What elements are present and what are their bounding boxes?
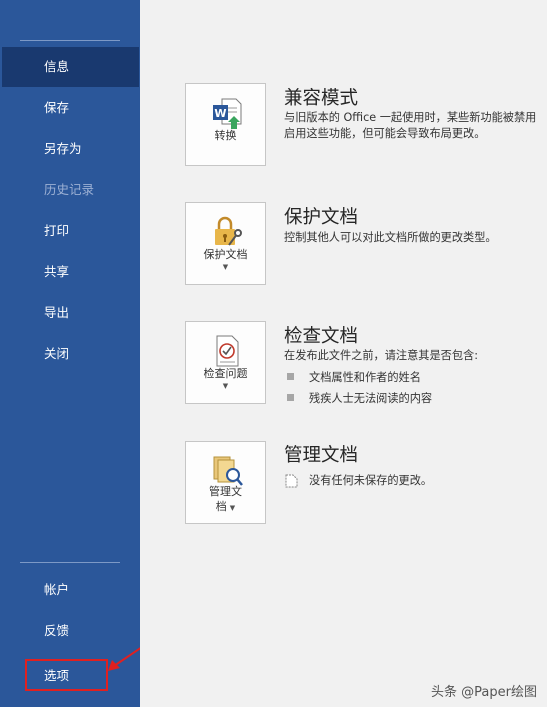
- watermark: 头条 @Paper绘图: [431, 685, 537, 700]
- convert-button[interactable]: W 转换: [185, 83, 266, 166]
- check-for-issues-label: 检查问题: [203, 367, 248, 380]
- word-convert-icon: W: [213, 98, 242, 129]
- manage-document-desc: 没有任何未保存的更改。: [309, 474, 433, 487]
- inspect-document-icon: [216, 335, 239, 367]
- sidebar-item-save[interactable]: 保存: [0, 88, 140, 128]
- sidebar-item-share[interactable]: 共享: [0, 252, 140, 292]
- manage-document-label-line2: 档 ▼: [186, 500, 265, 515]
- sidebar-item-save-as[interactable]: 另存为: [0, 129, 140, 169]
- manage-document-button[interactable]: 管理文 档 ▼: [185, 441, 266, 524]
- chevron-down-icon: ▼: [222, 382, 229, 390]
- backstage-sidebar: 信息 保存 另存为 历史记录 打印 共享 导出 关闭 帐户 反馈 选项: [0, 0, 140, 707]
- document-icon: [285, 474, 298, 488]
- protect-document-button[interactable]: 保护文档 ▼: [185, 202, 266, 285]
- sidebar-item-history: 历史记录: [44, 182, 95, 197]
- inspect-document-desc: 在发布此文件之前，请注意其是否包含:: [284, 349, 478, 362]
- manage-document-label-line2-text: 档: [215, 500, 227, 513]
- protect-document-desc: 控制其他人可以对此文档所做的更改类型。: [284, 231, 497, 244]
- manage-document-title: 管理文档: [284, 445, 359, 466]
- svg-text:W: W: [214, 107, 226, 120]
- protect-document-label: 保护文档: [203, 248, 248, 261]
- inspect-document-title: 检查文档: [284, 326, 359, 347]
- protect-document-title: 保护文档: [284, 207, 359, 228]
- sidebar-item-export[interactable]: 导出: [0, 293, 140, 333]
- manage-documents-icon: [213, 456, 243, 486]
- sidebar-divider-top: [20, 40, 120, 41]
- sidebar-item-info[interactable]: 信息: [2, 47, 139, 87]
- compat-mode-title: 兼容模式: [284, 88, 359, 109]
- chevron-down-icon: ▼: [222, 263, 229, 271]
- compat-mode-desc-2: 启用这些功能，但可能会导致布局更改。: [284, 127, 486, 140]
- sidebar-divider-bottom: [20, 562, 120, 563]
- compat-mode-desc-1: 与旧版本的 Office 一起使用时，某些新功能被禁用: [284, 111, 537, 124]
- options-highlight-box: [25, 659, 108, 691]
- lock-key-icon: [215, 216, 242, 246]
- check-for-issues-button[interactable]: 检查问题 ▼: [185, 321, 266, 404]
- inspect-bullet-properties: 文档属性和作者的姓名: [309, 371, 421, 384]
- sidebar-item-close[interactable]: 关闭: [0, 334, 140, 374]
- convert-label: 转换: [214, 129, 237, 142]
- sidebar-item-account[interactable]: 帐户: [0, 570, 140, 610]
- manage-document-label-line1: 管理文: [209, 485, 242, 498]
- bullet-marker: [287, 394, 294, 401]
- sidebar-item-print[interactable]: 打印: [0, 211, 140, 251]
- inspect-bullet-accessibility: 残疾人士无法阅读的内容: [309, 392, 433, 405]
- bullet-marker: [287, 373, 294, 380]
- chevron-down-icon: ▼: [229, 504, 236, 512]
